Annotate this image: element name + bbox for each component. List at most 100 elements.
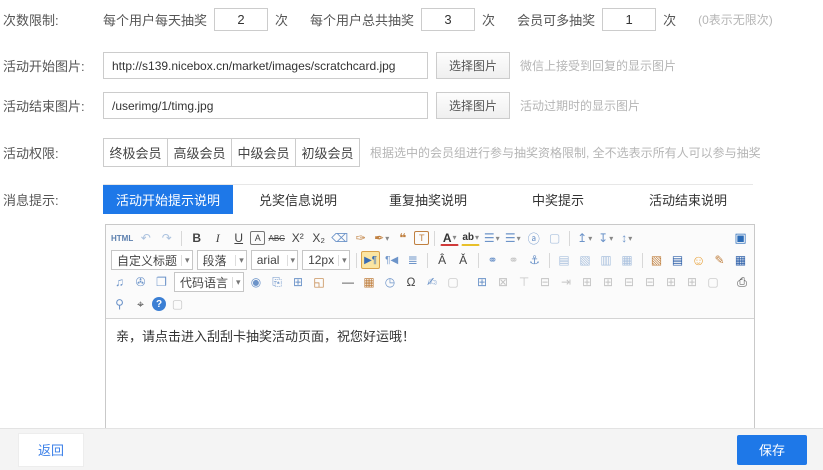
insert-template-icon[interactable]: T <box>414 231 429 245</box>
end-image-url-input[interactable] <box>103 92 428 119</box>
indent-icon[interactable]: ≣ <box>403 251 422 269</box>
font-size-select[interactable]: 12px▾ <box>302 250 350 270</box>
member-group-option[interactable]: 高级会员 <box>167 138 232 167</box>
heading-select[interactable]: 自定义标题▾ <box>111 250 193 270</box>
start-image-pick-button[interactable]: 选择图片 <box>436 52 510 79</box>
unlink-icon[interactable]: ⚭ <box>504 251 523 269</box>
member-group-option[interactable]: 初级会员 <box>295 138 360 167</box>
print-icon[interactable]: ⎙ <box>733 273 752 291</box>
paragraph-space-bottom-icon[interactable]: ↧▾ <box>596 229 615 247</box>
unordered-list-icon[interactable]: ☰▾ <box>503 229 522 247</box>
format-brush-icon[interactable]: ✑ <box>351 229 370 247</box>
ltr-icon[interactable]: ▶¶ <box>361 251 380 269</box>
snapscreen-icon[interactable]: ◱ <box>310 273 329 291</box>
video-icon[interactable]: ▦ <box>731 251 750 269</box>
merge-right-icon[interactable]: ⊞ <box>683 273 702 291</box>
start-image-hint: 微信上接受到回复的显示图片 <box>520 57 676 74</box>
limit-field-suffix: 次 <box>663 10 676 29</box>
search-replace-icon[interactable]: ⌖ <box>131 295 150 313</box>
music-icon[interactable]: ♫ <box>110 273 129 291</box>
scrawl-icon[interactable]: ✎ <box>710 251 729 269</box>
italic-icon[interactable]: I <box>208 229 227 247</box>
ordered-list-icon[interactable]: ☰▾ <box>482 229 501 247</box>
delete-col-icon[interactable]: ⊟ <box>641 273 660 291</box>
word-image-icon[interactable]: ✍ <box>423 273 442 291</box>
html-source-icon[interactable]: HTML <box>110 229 134 247</box>
lowercase-icon[interactable]: Ǎ <box>454 251 473 269</box>
date-icon[interactable]: ▦ <box>360 273 379 291</box>
member-group-option[interactable]: 中级会员 <box>231 138 296 167</box>
redo-icon[interactable]: ↷ <box>157 229 176 247</box>
paragraph-select[interactable]: 段落▾ <box>197 250 247 270</box>
pagebreak-icon[interactable]: ⎘ <box>268 273 287 291</box>
delete-table-icon[interactable]: ⊠ <box>494 273 513 291</box>
message-tab[interactable]: 活动开始提示说明 <box>103 185 233 214</box>
total-draw-count-input[interactable] <box>421 8 475 31</box>
underline-icon[interactable]: U <box>229 229 248 247</box>
upload-image-icon[interactable]: ▤ <box>668 251 687 269</box>
blank-doc-icon[interactable]: ▢ <box>545 229 564 247</box>
split-cells-icon[interactable]: ⊞ <box>662 273 681 291</box>
superscript-icon[interactable]: X² <box>288 229 307 247</box>
special-chars-icon[interactable]: Ω <box>402 273 421 291</box>
strikethrough-icon[interactable]: ABC <box>267 229 286 247</box>
image-right-icon[interactable]: ▥ <box>597 251 616 269</box>
insert-table-icon[interactable]: ⊞ <box>473 273 492 291</box>
insert-row-icon[interactable]: ⊞ <box>578 273 597 291</box>
template-icon[interactable]: ⊞ <box>289 273 308 291</box>
doc-icon[interactable]: ▢ <box>704 273 723 291</box>
attachment-icon[interactable]: ✇ <box>131 273 150 291</box>
table-caption-icon[interactable]: ⊤ <box>515 273 534 291</box>
undo-icon[interactable]: ↶ <box>136 229 155 247</box>
anchor-icon[interactable]: ⚓ <box>525 251 544 269</box>
member-group-option[interactable]: 终极会员 <box>103 138 168 167</box>
insert-parag-before-table-icon[interactable]: ⇥ <box>557 273 576 291</box>
uppercase-icon[interactable]: Â <box>433 251 452 269</box>
paragraph-space-top-icon[interactable]: ↥▾ <box>575 229 594 247</box>
time-icon[interactable]: ◷ <box>381 273 400 291</box>
back-button[interactable]: 返回 <box>18 433 84 467</box>
message-tab[interactable]: 兑奖信息说明 <box>233 185 363 214</box>
subscript-icon[interactable]: X₂ <box>309 229 328 247</box>
preview-icon[interactable]: ⚲ <box>110 295 129 313</box>
message-tab[interactable]: 活动结束说明 <box>623 185 753 214</box>
code-language-select[interactable]: 代码语言▾ <box>174 272 244 292</box>
delete-row-icon[interactable]: ⊟ <box>620 273 639 291</box>
member-extra-draw-input[interactable] <box>602 8 656 31</box>
insert-col-icon[interactable]: ⊞ <box>599 273 618 291</box>
toolbar-row: 自定义标题▾段落▾arial▾12px▾▶¶¶◀≣ÂǍ⚭⚭⚓▤▧▥▦▧▤☺✎▦ <box>109 249 751 271</box>
daily-draw-count-input[interactable] <box>214 8 268 31</box>
paste-icon[interactable]: ▢ <box>168 295 187 313</box>
horizontal-rule-icon[interactable]: — <box>339 273 358 291</box>
bold-icon[interactable]: B <box>187 229 206 247</box>
emotion-icon[interactable]: ☺ <box>689 251 708 269</box>
rtl-icon[interactable]: ¶◀ <box>382 251 401 269</box>
image-center-icon[interactable]: ▦ <box>618 251 637 269</box>
char-border-icon[interactable]: A <box>250 231 265 245</box>
format-clear-icon[interactable]: ⌫ <box>330 229 349 247</box>
message-tab[interactable]: 中奖提示 <box>493 185 623 214</box>
link-icon[interactable]: ⚭ <box>483 251 502 269</box>
save-button[interactable]: 保存 <box>737 435 807 465</box>
fullscreen-icon[interactable]: ▣ <box>731 229 750 247</box>
message-tab[interactable]: 重复抽奖说明 <box>363 185 493 214</box>
help-icon[interactable]: ? <box>152 297 166 311</box>
start-image-url-input[interactable] <box>103 52 428 79</box>
line-height-icon[interactable]: ↕▾ <box>617 229 636 247</box>
image-left-icon[interactable]: ▧ <box>576 251 595 269</box>
merge-cells-icon[interactable]: ⊟ <box>536 273 555 291</box>
editor-content[interactable]: 亲，请点击进入刮刮卡抽奖活动页面，祝您好运哦！ <box>106 319 754 443</box>
end-image-pick-button[interactable]: 选择图片 <box>436 92 510 119</box>
insert-code-icon[interactable]: ❐ <box>152 273 171 291</box>
highlight-color-icon[interactable]: ab▾ <box>461 231 480 246</box>
format-painter-icon[interactable]: ✒▾ <box>372 229 391 247</box>
app-icon[interactable]: ◉ <box>247 273 266 291</box>
auto-typeset-icon[interactable]: ⓐ <box>524 229 543 247</box>
toolbar-separator <box>181 231 182 246</box>
font-color-icon[interactable]: A▾ <box>440 231 459 246</box>
paste-plain-icon[interactable]: ▢ <box>444 273 463 291</box>
image-inline-icon[interactable]: ▤ <box>555 251 574 269</box>
font-family-select[interactable]: arial▾ <box>251 250 298 270</box>
insert-image-icon[interactable]: ▧ <box>647 251 666 269</box>
blockquote-icon[interactable]: ❝ <box>393 229 412 247</box>
